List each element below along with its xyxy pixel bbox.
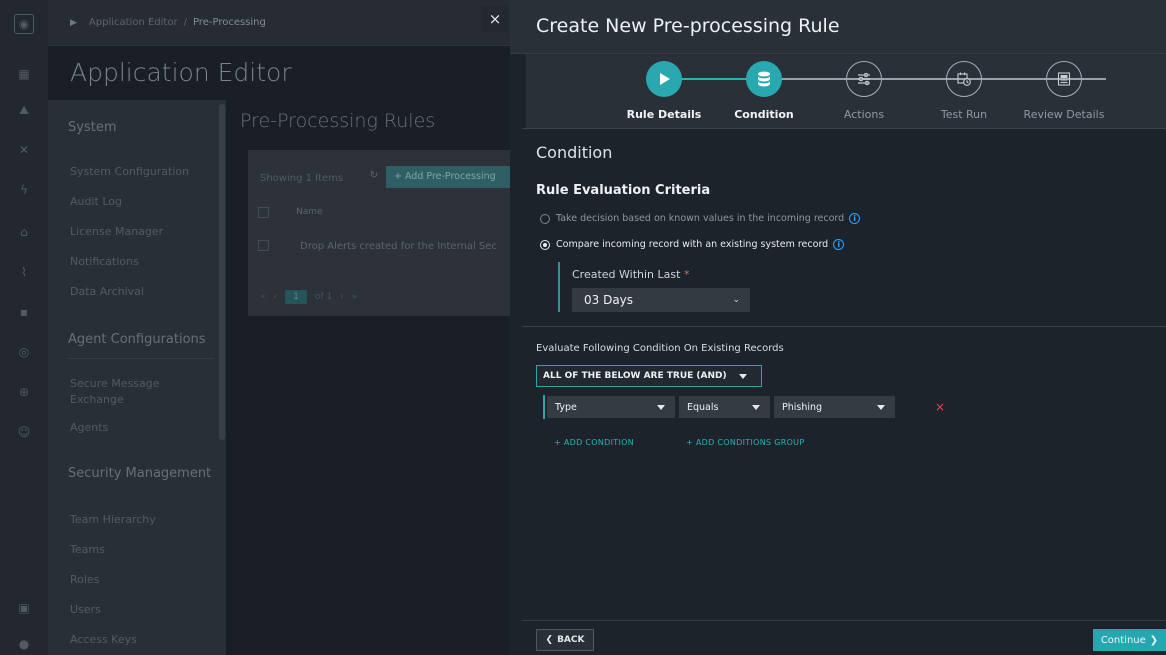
step-actions[interactable] (846, 61, 882, 97)
option-known-values[interactable]: Take decision based on known values in t… (540, 213, 861, 224)
selected-value: 03 Days (584, 293, 634, 307)
caret-down-icon (877, 404, 885, 410)
step-label-actions[interactable]: Actions (809, 108, 919, 121)
step-rule-details[interactable] (646, 61, 682, 97)
created-within-text: Created Within Last (572, 268, 681, 281)
divider (522, 128, 1166, 129)
selected-value: Type (555, 401, 577, 413)
database-icon (758, 71, 770, 87)
required-marker: * (683, 268, 690, 281)
step-label-review-details[interactable]: Review Details (1009, 108, 1119, 121)
close-icon[interactable]: × (482, 6, 508, 32)
step-condition[interactable] (746, 61, 782, 97)
back-button[interactable]: ❮ BACK (536, 629, 594, 651)
document-icon (1057, 72, 1071, 86)
panel-header: Create New Pre-processing Rule (510, 0, 1166, 54)
condition-operator-select[interactable]: Equals (679, 396, 770, 418)
nested-indicator (558, 262, 560, 312)
condition-field-select[interactable]: Type (547, 396, 675, 418)
selected-value: ALL OF THE BELOW ARE TRUE (AND) (543, 371, 727, 381)
condition-row-indicator (543, 395, 545, 419)
panel-title: Create New Pre-processing Rule (536, 15, 840, 37)
chevron-left-icon: ❮ (545, 635, 554, 645)
radio-label[interactable]: Take decision based on known values in t… (556, 213, 844, 224)
back-label: BACK (557, 635, 585, 645)
continue-button[interactable]: Continue ❯ (1093, 629, 1166, 651)
calendar-clock-icon (957, 72, 971, 86)
divider (522, 620, 1166, 621)
criteria-heading: Rule Evaluation Criteria (536, 183, 711, 198)
info-icon[interactable]: i (833, 239, 845, 250)
step-label-test-run[interactable]: Test Run (909, 108, 1019, 121)
selected-value: Phishing (782, 401, 823, 413)
selected-value: Equals (687, 401, 719, 413)
step-label-rule-details[interactable]: Rule Details (609, 108, 719, 121)
modal-backdrop[interactable] (0, 0, 510, 655)
created-within-label: Created Within Last * (572, 268, 689, 281)
wizard-stepper: Rule Details Condition Actions Test Run … (526, 54, 1166, 128)
radio-known-values[interactable] (540, 213, 550, 224)
step-label-condition[interactable]: Condition (709, 108, 819, 121)
section-heading: Condition (536, 143, 613, 162)
create-rule-panel: Create New Pre-processing Rule Rule Deta… (510, 0, 1166, 655)
remove-condition-icon[interactable]: × (932, 396, 948, 418)
divider (522, 326, 1166, 327)
radio-compare-record[interactable] (540, 239, 550, 250)
logic-select[interactable]: ALL OF THE BELOW ARE TRUE (AND) (536, 365, 762, 387)
step-review-details[interactable] (1046, 61, 1082, 97)
created-within-select[interactable]: 03 Days ⌄ (572, 288, 750, 312)
condition-value-select[interactable]: Phishing (774, 396, 895, 418)
caret-down-icon (752, 404, 760, 410)
evaluate-heading: Evaluate Following Condition On Existing… (536, 343, 784, 354)
caret-down-icon (657, 404, 665, 410)
sliders-icon (858, 73, 870, 85)
add-condition-button[interactable]: + ADD CONDITION (554, 438, 634, 447)
play-icon (660, 73, 670, 85)
info-icon[interactable]: i (849, 213, 861, 224)
option-compare-record[interactable]: Compare incoming record with an existing… (540, 239, 845, 250)
step-test-run[interactable] (946, 61, 982, 97)
caret-down-icon (739, 373, 747, 379)
radio-label[interactable]: Compare incoming record with an existing… (556, 239, 828, 250)
continue-label: Continue (1100, 634, 1146, 646)
add-conditions-group-button[interactable]: + ADD CONDITIONS GROUP (686, 438, 804, 447)
chevron-right-icon: ❯ (1149, 634, 1159, 646)
chevron-down-icon: ⌄ (732, 295, 740, 305)
